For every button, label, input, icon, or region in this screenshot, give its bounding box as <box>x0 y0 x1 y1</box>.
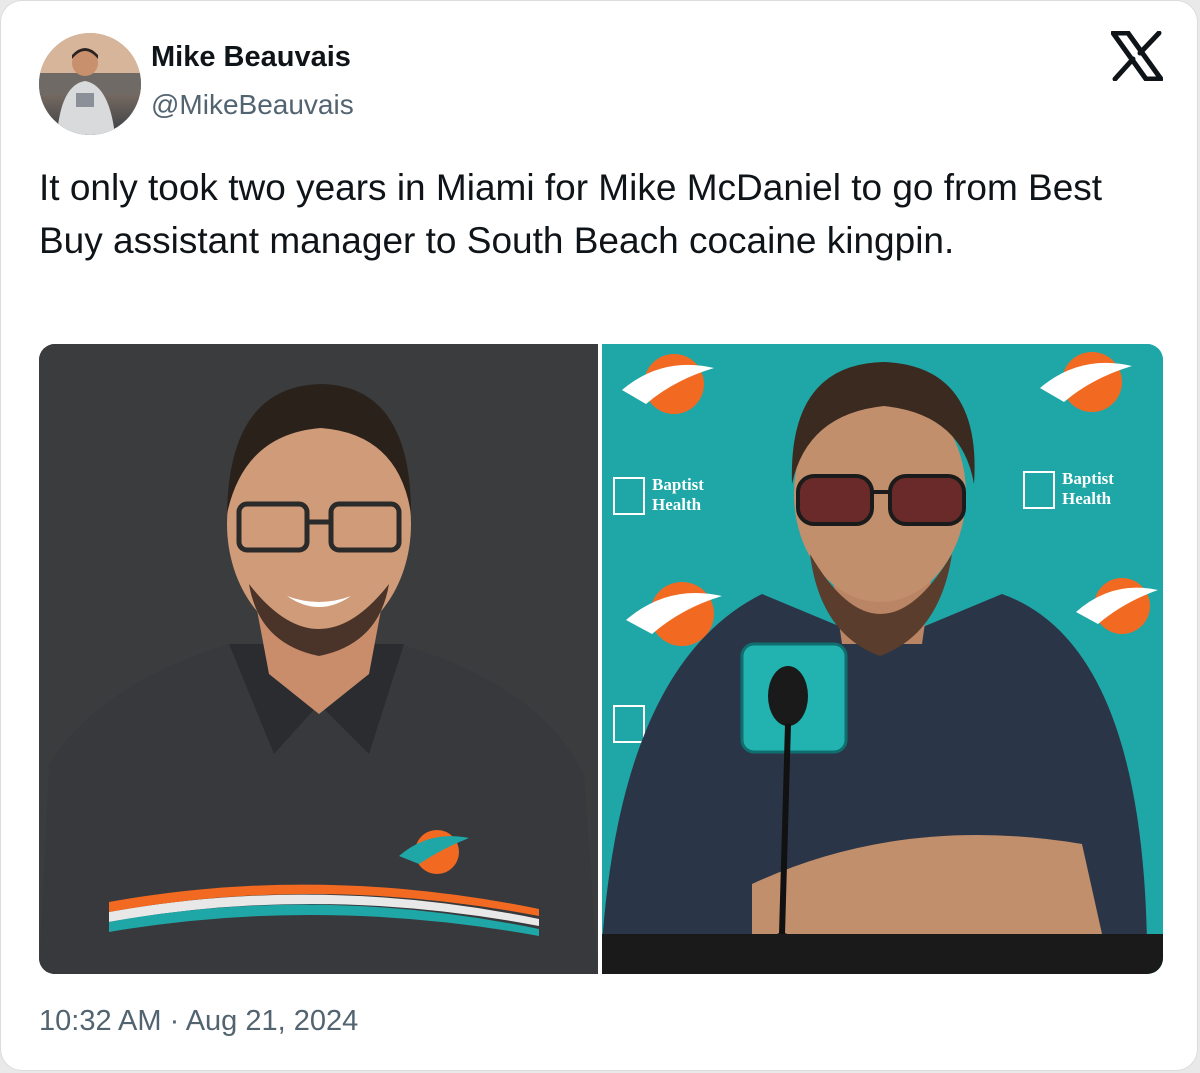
sponsor-text-line1: Baptist <box>652 475 704 494</box>
tweet-timestamp[interactable]: 10:32 AM · Aug 21, 2024 <box>39 1005 358 1038</box>
tweet-card: Mike Beauvais @MikeBeauvais It only took… <box>0 0 1198 1071</box>
sponsor-text-line2: Health <box>1062 489 1112 508</box>
author-avatar[interactable] <box>39 33 141 135</box>
tweet-media[interactable]: Baptist Health Baptist Health <box>39 344 1163 974</box>
author-handle[interactable]: @MikeBeauvais <box>151 89 354 121</box>
avatar-photo <box>39 33 141 135</box>
sponsor-text-line1: Baptist <box>1062 469 1114 488</box>
author-display-name[interactable]: Mike Beauvais <box>151 41 351 74</box>
tweet-text: It only took two years in Miami for Mike… <box>39 167 1103 261</box>
photo-polo-portrait <box>39 344 598 974</box>
sponsor-text-line2: Health <box>652 495 702 514</box>
x-logo-icon[interactable] <box>1110 30 1164 82</box>
photo-press-conference: Baptist Health Baptist Health <box>602 344 1163 974</box>
